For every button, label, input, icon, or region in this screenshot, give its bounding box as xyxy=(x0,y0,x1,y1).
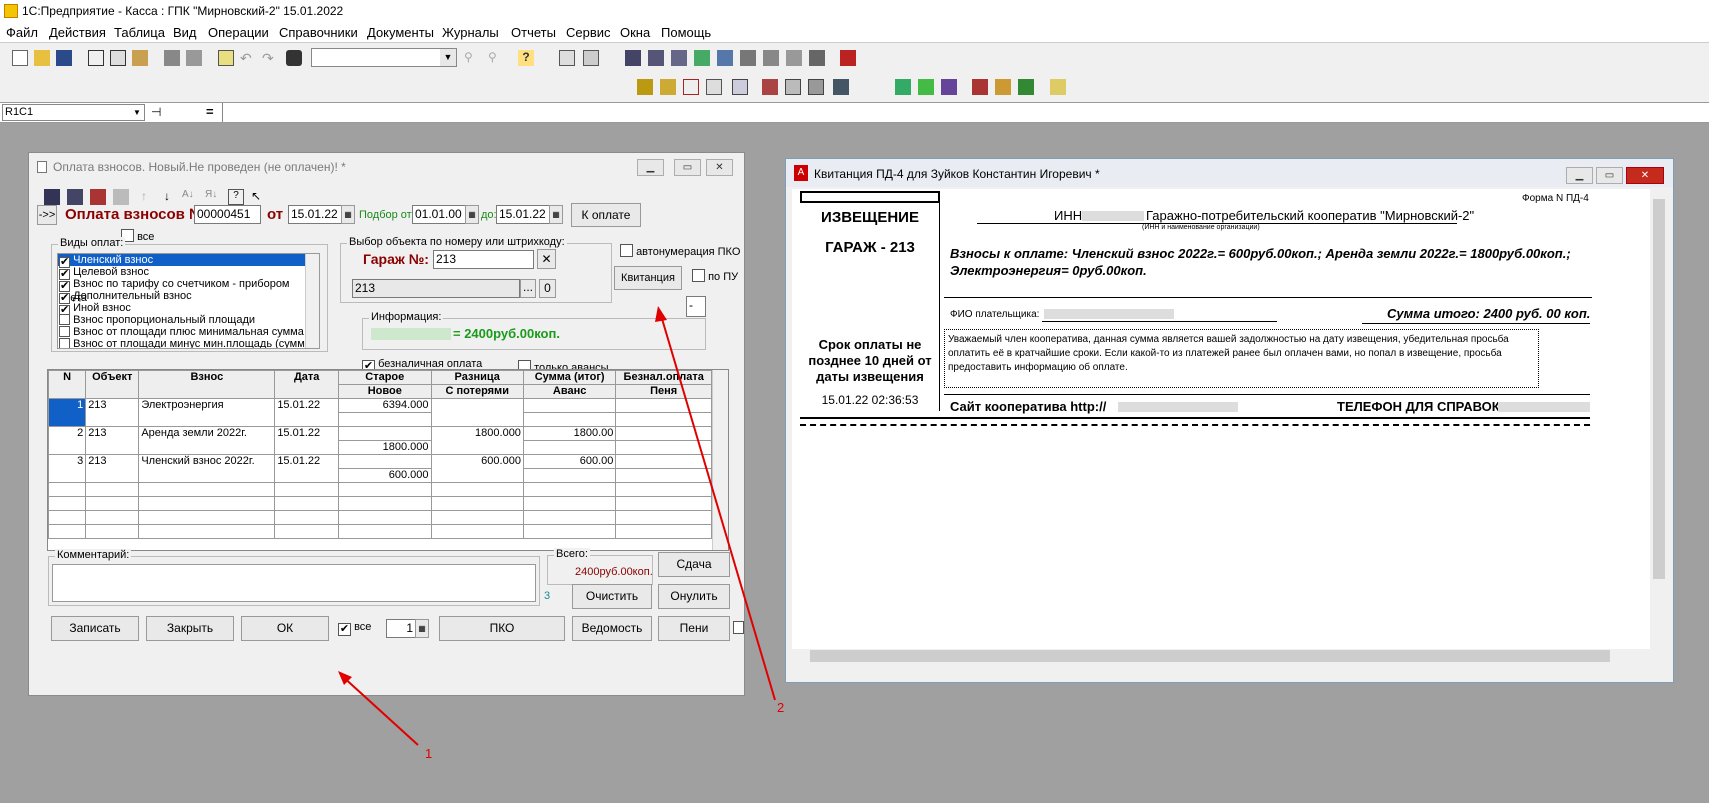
arrow-1-line xyxy=(340,674,419,746)
arrow-2-head xyxy=(655,306,667,322)
arrow-2-line xyxy=(659,311,776,701)
annotation-layer: 1 2 xyxy=(338,306,784,761)
annotation-1: 1 xyxy=(425,746,432,761)
annotation-2: 2 xyxy=(777,700,784,715)
